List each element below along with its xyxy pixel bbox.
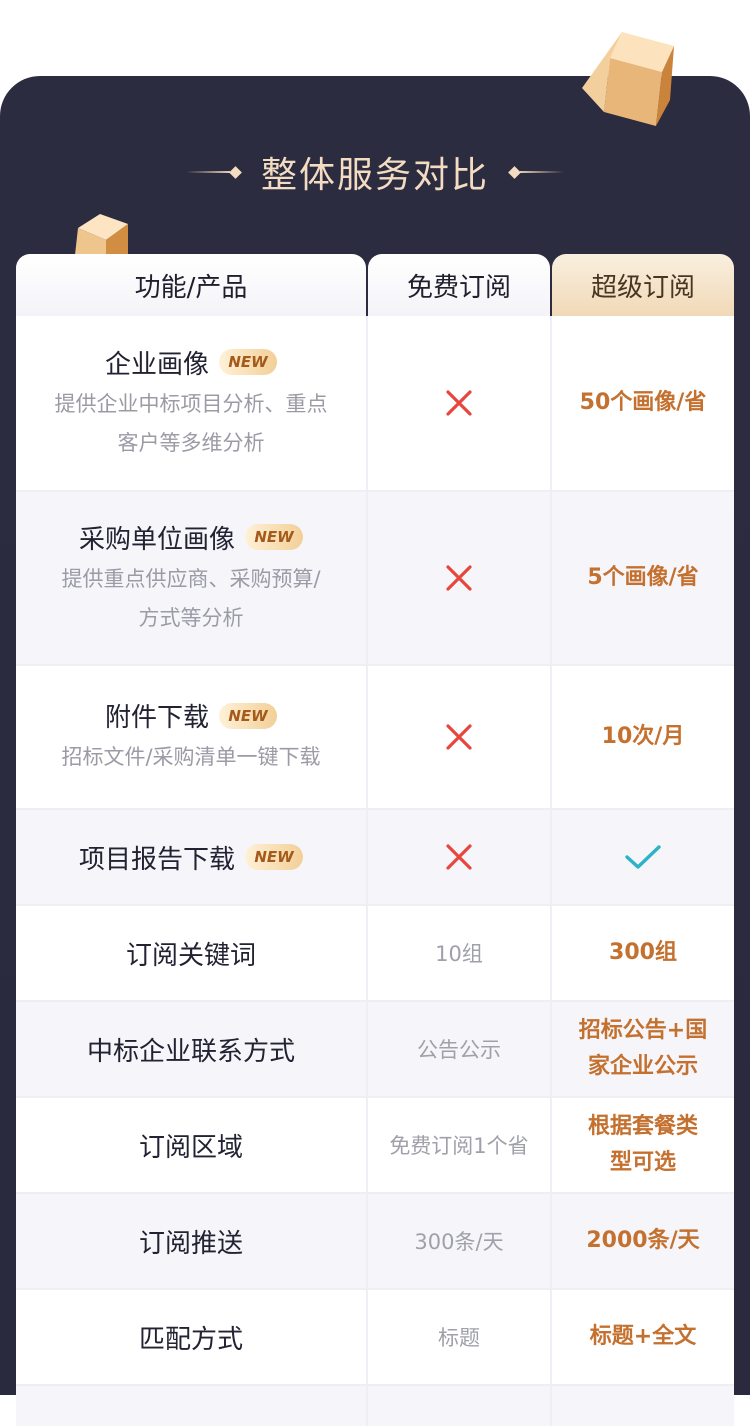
header-super: 超级订阅	[552, 254, 734, 316]
comparison-table: 功能/产品 免费订阅 超级订阅 企业画像 NEW 提供企业中标项目分析、重点 客户等…	[16, 254, 734, 1426]
feature-title: 中标企业联系方式	[86, 1036, 295, 1067]
feature-cell: 中标企业联系方式	[16, 1002, 366, 1096]
feature-title: 订阅关键词	[125, 940, 256, 971]
table-row: 项目报告下载 NEW	[16, 810, 734, 906]
super-cell: 2000条/天	[550, 1194, 734, 1288]
super-cell: 招标公告+国 家企业公示	[550, 1002, 734, 1096]
super-cell	[550, 1386, 734, 1426]
table-row: 附件下载 NEW 招标文件/采购清单一键下载 10次/月	[16, 666, 734, 810]
feature-cell: 企业画像 NEW 提供企业中标项目分析、重点 客户等多维分析	[16, 316, 366, 490]
free-cell	[366, 1386, 550, 1426]
header-free: 免费订阅	[368, 254, 550, 316]
feature-title: 订阅区域	[138, 1132, 243, 1163]
feature-cell: 项目报告下载 NEW	[16, 810, 366, 904]
new-badge: NEW	[219, 702, 277, 729]
section-header: 整体服务对比	[0, 148, 750, 196]
super-cell: 10次/月	[550, 666, 734, 808]
new-badge: NEW	[245, 524, 303, 550]
feature-cell	[16, 1386, 366, 1426]
feature-cell: 匹配方式	[16, 1290, 366, 1384]
feature-desc: 招标文件/采购清单一键下载	[61, 745, 321, 769]
section-title: 整体服务对比	[260, 155, 489, 196]
new-badge: NEW	[219, 349, 277, 375]
cross-icon	[446, 390, 472, 416]
table-header: 功能/产品 免费订阅 超级订阅	[16, 254, 734, 316]
free-cell: 300条/天	[366, 1194, 550, 1288]
table-row: 采购单位画像 NEW 提供重点供应商、采购预算/方式等分析 5个画像/省	[16, 492, 734, 666]
table-row: 订阅推送 300条/天 2000条/天	[16, 1194, 734, 1290]
check-icon	[625, 845, 661, 869]
cross-icon	[446, 844, 472, 870]
feature-cell: 订阅区域	[16, 1098, 366, 1192]
new-badge: NEW	[245, 844, 303, 870]
feature-cell: 采购单位画像 NEW 提供重点供应商、采购预算/方式等分析	[16, 492, 366, 664]
free-cell	[366, 316, 550, 490]
title-left-decoration	[185, 165, 242, 179]
free-cell: 10组	[366, 906, 550, 1000]
free-cell: 标题	[366, 1290, 550, 1384]
gold-cube-icon	[582, 32, 674, 126]
table-row: 订阅区域 免费订阅1个省 根据套餐类 型可选	[16, 1098, 734, 1194]
free-cell: 免费订阅1个省	[366, 1098, 550, 1192]
table-row: 匹配方式 标题 标题+全文	[16, 1290, 734, 1386]
super-cell: 5个画像/省	[550, 492, 734, 664]
feature-title: 附件下载	[104, 703, 209, 733]
cross-icon	[446, 565, 472, 591]
super-cell: 标题+全文	[550, 1290, 734, 1384]
feature-title: 匹配方式	[138, 1324, 243, 1355]
table-row: 订阅关键词 10组 300组	[16, 906, 734, 1002]
title-right-decoration	[508, 165, 564, 179]
feature-desc: 提供重点供应商、采购预算/方式等分析	[61, 566, 321, 630]
feature-cell: 附件下载 NEW 招标文件/采购清单一键下载	[16, 666, 366, 808]
super-cell	[550, 810, 734, 904]
feature-cell: 订阅推送	[16, 1194, 366, 1288]
feature-desc: 提供企业中标项目分析、重点 客户等多维分析	[54, 391, 328, 455]
table-row	[16, 1386, 734, 1426]
feature-title: 订阅推送	[138, 1228, 243, 1259]
feature-title: 企业画像	[104, 349, 209, 380]
feature-title: 采购单位画像	[78, 524, 235, 555]
super-cell: 300组	[550, 906, 734, 1000]
table-row: 企业画像 NEW 提供企业中标项目分析、重点 客户等多维分析 50个画像/省	[16, 316, 734, 492]
cross-icon	[446, 724, 472, 750]
free-cell	[366, 492, 550, 664]
table-row: 中标企业联系方式 公告公示 招标公告+国 家企业公示	[16, 1002, 734, 1098]
feature-title: 项目报告下载	[78, 844, 235, 875]
header-feature: 功能/产品	[16, 254, 366, 316]
free-cell	[366, 666, 550, 808]
free-cell: 公告公示	[366, 1002, 550, 1096]
super-cell: 50个画像/省	[550, 316, 734, 490]
super-cell: 根据套餐类 型可选	[550, 1098, 734, 1192]
feature-cell: 订阅关键词	[16, 906, 366, 1000]
free-cell	[366, 810, 550, 904]
